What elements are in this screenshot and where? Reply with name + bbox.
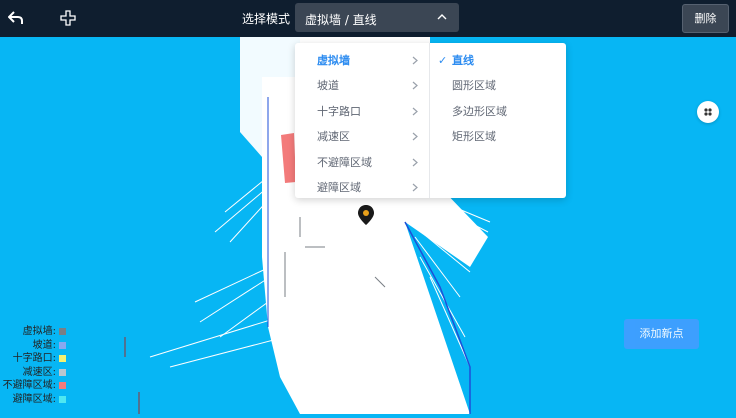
shape-label: 多边形区域 bbox=[452, 104, 507, 118]
chevron-right-icon bbox=[412, 183, 418, 192]
category-label: 不避障区域 bbox=[317, 155, 372, 169]
shape-item-circle[interactable]: 圆形区域 bbox=[430, 73, 566, 98]
legend-swatch bbox=[59, 341, 66, 349]
category-item-ramp[interactable]: 坡道 bbox=[295, 73, 429, 98]
back-arrow-icon bbox=[8, 11, 23, 24]
zone-legend: 虚拟墙: 坡道: 十字路口: 减速区: 不避障区域: 避障区域: bbox=[0, 325, 70, 406]
legend-swatch bbox=[59, 355, 66, 362]
chevron-right-icon bbox=[412, 56, 418, 65]
category-item-slowdown[interactable]: 减速区 bbox=[295, 124, 429, 149]
legend-swatch bbox=[59, 368, 66, 376]
category-label: 减速区 bbox=[317, 130, 350, 144]
legend-item-ramp: 坡道: bbox=[0, 339, 70, 353]
legend-item-no-avoid: 不避障区域: bbox=[0, 379, 70, 393]
legend-item-intersection: 十字路口: bbox=[0, 352, 70, 366]
legend-swatch bbox=[59, 395, 66, 403]
category-item-no-avoid[interactable]: 不避障区域 bbox=[295, 150, 429, 175]
mode-cascader-dropdown: 虚拟墙 坡道 十字路口 减速区 不避障区域 避障区域 ✓ 直线 圆形区域 多边形… bbox=[295, 43, 566, 198]
legend-swatch bbox=[59, 382, 66, 389]
shape-label: 直线 bbox=[452, 54, 474, 67]
mode-select[interactable]: 虚拟墙 / 直线 bbox=[295, 3, 459, 32]
category-item-avoid[interactable]: 避障区域 bbox=[295, 175, 429, 200]
shape-item-line[interactable]: ✓ 直线 bbox=[430, 48, 566, 73]
legend-label: 避障区域: bbox=[12, 393, 56, 405]
legend-label: 坡道: bbox=[32, 339, 56, 351]
top-toolbar: 选择模式 虚拟墙 / 直线 删除 bbox=[0, 0, 736, 37]
grid-menu-button[interactable] bbox=[697, 101, 719, 123]
checkmark-icon: ✓ bbox=[438, 54, 448, 67]
category-label: 虚拟墙 bbox=[317, 54, 350, 67]
category-label: 十字路口 bbox=[317, 104, 361, 118]
legend-item-virtual-wall: 虚拟墙: bbox=[0, 325, 70, 339]
shape-label: 矩形区域 bbox=[452, 130, 496, 144]
category-item-virtual-wall[interactable]: 虚拟墙 bbox=[295, 48, 429, 73]
category-label: 坡道 bbox=[317, 79, 339, 93]
category-item-intersection[interactable]: 十字路口 bbox=[295, 99, 429, 124]
legend-swatch bbox=[59, 328, 66, 335]
chevron-right-icon bbox=[412, 81, 418, 90]
legend-item-avoid: 避障区域: bbox=[0, 393, 70, 407]
add-new-point-button[interactable]: 添加新点 bbox=[624, 319, 699, 349]
shape-column: ✓ 直线 圆形区域 多边形区域 矩形区域 bbox=[430, 48, 566, 150]
chevron-right-icon bbox=[412, 158, 418, 167]
legend-label: 不避障区域: bbox=[2, 380, 56, 391]
shape-item-rectangle[interactable]: 矩形区域 bbox=[430, 124, 566, 149]
delete-button[interactable]: 删除 bbox=[682, 4, 729, 33]
mode-select-value: 虚拟墙 / 直线 bbox=[305, 13, 377, 27]
back-button[interactable] bbox=[4, 6, 28, 30]
chevron-right-icon bbox=[412, 132, 418, 141]
add-shape-button[interactable] bbox=[56, 6, 80, 30]
shape-label: 圆形区域 bbox=[452, 79, 496, 93]
legend-item-slowdown: 减速区: bbox=[0, 366, 70, 380]
chevron-right-icon bbox=[412, 107, 418, 116]
legend-label: 减速区: bbox=[22, 366, 56, 378]
category-label: 避障区域 bbox=[317, 180, 361, 194]
grid-dots-icon bbox=[704, 108, 712, 116]
legend-label: 十字路口: bbox=[12, 353, 56, 364]
category-column: 虚拟墙 坡道 十字路口 减速区 不避障区域 避障区域 bbox=[295, 48, 429, 200]
chevron-up-icon bbox=[437, 14, 447, 20]
cross-plus-icon bbox=[60, 10, 76, 26]
mode-label: 选择模式 bbox=[242, 12, 291, 26]
legend-label: 虚拟墙: bbox=[22, 326, 56, 337]
shape-item-polygon[interactable]: 多边形区域 bbox=[430, 99, 566, 124]
